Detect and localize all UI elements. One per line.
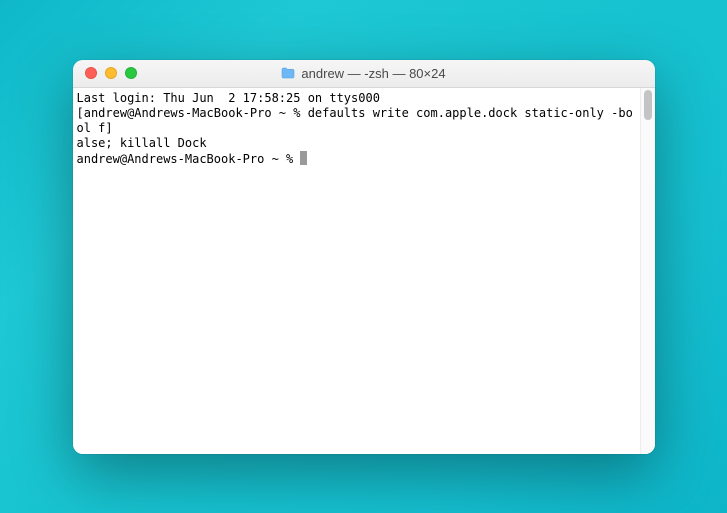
- maximize-button[interactable]: [125, 67, 137, 79]
- terminal-line: Last login: Thu Jun 2 17:58:25 on ttys00…: [77, 91, 636, 106]
- terminal-window: andrew — -zsh — 80×24 Last login: Thu Ju…: [73, 60, 655, 454]
- home-folder-icon: [281, 67, 295, 79]
- scrollbar-thumb[interactable]: [644, 90, 652, 120]
- terminal-prompt: andrew@Andrews-MacBook-Pro ~ %: [77, 152, 301, 166]
- window-title-wrap: andrew — -zsh — 80×24: [73, 66, 655, 81]
- cursor: [300, 151, 307, 165]
- terminal-body: Last login: Thu Jun 2 17:58:25 on ttys00…: [73, 88, 655, 454]
- traffic-lights: [73, 67, 137, 79]
- terminal-line: [andrew@Andrews-MacBook-Pro ~ % defaults…: [77, 106, 636, 136]
- window-title: andrew — -zsh — 80×24: [301, 66, 445, 81]
- minimize-button[interactable]: [105, 67, 117, 79]
- window-titlebar[interactable]: andrew — -zsh — 80×24: [73, 60, 655, 88]
- terminal-content[interactable]: Last login: Thu Jun 2 17:58:25 on ttys00…: [73, 88, 640, 454]
- scrollbar[interactable]: [640, 88, 655, 454]
- close-button[interactable]: [85, 67, 97, 79]
- terminal-line: alse; killall Dock: [77, 136, 636, 151]
